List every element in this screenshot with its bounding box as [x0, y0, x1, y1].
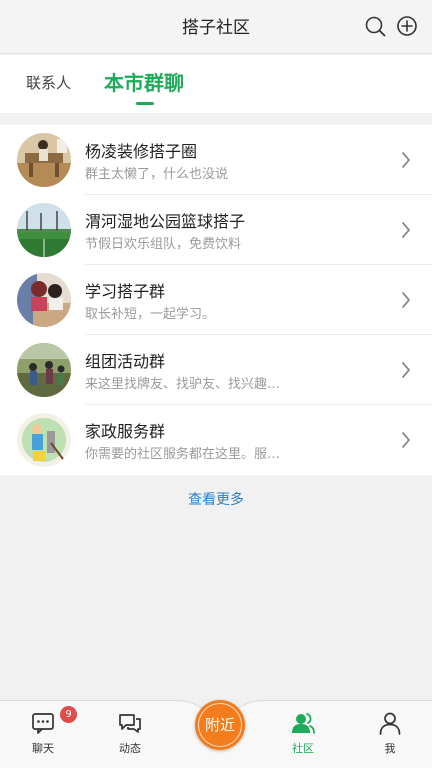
chevron-right-icon [402, 362, 410, 378]
tab-contacts[interactable]: 联系人 [26, 55, 71, 113]
group-description: 取长补短，一起学习。 [85, 307, 216, 322]
group-avatar [17, 133, 71, 187]
group-row[interactable]: 家政服务群 你需要的社区服务都在这里。服… [0, 405, 432, 475]
tab-bar: 联系人 本市群聊 [0, 55, 432, 113]
nav-chat-label: 聊天 [32, 742, 54, 755]
nav-community[interactable]: 社区 [273, 710, 333, 764]
top-bar: 搭子社区 [0, 0, 432, 54]
group-name: 杨凌装修搭子圈 [85, 142, 198, 161]
active-tab-indicator [136, 102, 154, 105]
group-name: 组团活动群 [85, 352, 166, 371]
group-name: 学习搭子群 [85, 282, 166, 301]
group-name: 家政服务群 [85, 422, 166, 441]
nav-community-label: 社区 [292, 742, 314, 755]
group-avatar [17, 343, 71, 397]
nav-me[interactable]: 我 [360, 710, 420, 764]
chevron-right-icon [402, 152, 410, 168]
search-icon[interactable] [363, 14, 387, 38]
group-avatar [17, 203, 71, 257]
see-more-container: 查看更多 [0, 489, 432, 509]
group-name: 渭河湿地公园篮球搭子 [85, 212, 246, 231]
chevron-right-icon [402, 432, 410, 448]
see-more-link[interactable]: 查看更多 [188, 492, 244, 508]
group-description: 你需要的社区服务都在这里。服… [85, 447, 281, 462]
nav-moments-label: 动态 [119, 742, 141, 755]
nav-moments[interactable]: 动态 [100, 710, 160, 764]
nearby-label: 附近 [204, 716, 235, 734]
nav-me-label: 我 [384, 742, 396, 755]
group-row[interactable]: 渭河湿地公园篮球搭子 节假日欢乐组队，免费饮料 [0, 195, 432, 265]
group-description: 来这里找牌友、找驴友、找兴趣… [85, 377, 281, 392]
nearby-button[interactable]: 附近 [195, 700, 245, 750]
community-icon [292, 713, 315, 734]
group-row[interactable]: 学习搭子群 取长补短，一起学习。 [0, 265, 432, 335]
group-list: 杨凌装修搭子圈 群主太懒了，什么也没说 渭河湿地公园篮球搭子 节假日欢乐组队，免… [0, 125, 432, 475]
plus-circle-icon[interactable] [395, 14, 419, 38]
group-avatar [17, 413, 71, 467]
bottom-nav: 聊天 9 动态 附近 社区 我 [0, 700, 432, 768]
chevron-right-icon [402, 292, 410, 308]
group-row[interactable]: 组团活动群 来这里找牌友、找驴友、找兴趣… [0, 335, 432, 405]
chevron-right-icon [402, 222, 410, 238]
unread-badge: 9 [60, 706, 77, 723]
chat-bubble-icon [32, 713, 54, 734]
group-description: 节假日欢乐组队，免费饮料 [85, 237, 242, 252]
group-row[interactable]: 杨凌装修搭子圈 群主太懒了，什么也没说 [0, 125, 432, 195]
messages-icon [119, 714, 141, 733]
group-avatar [17, 273, 71, 327]
group-description: 群主太懒了，什么也没说 [85, 167, 229, 182]
person-icon [379, 712, 401, 735]
